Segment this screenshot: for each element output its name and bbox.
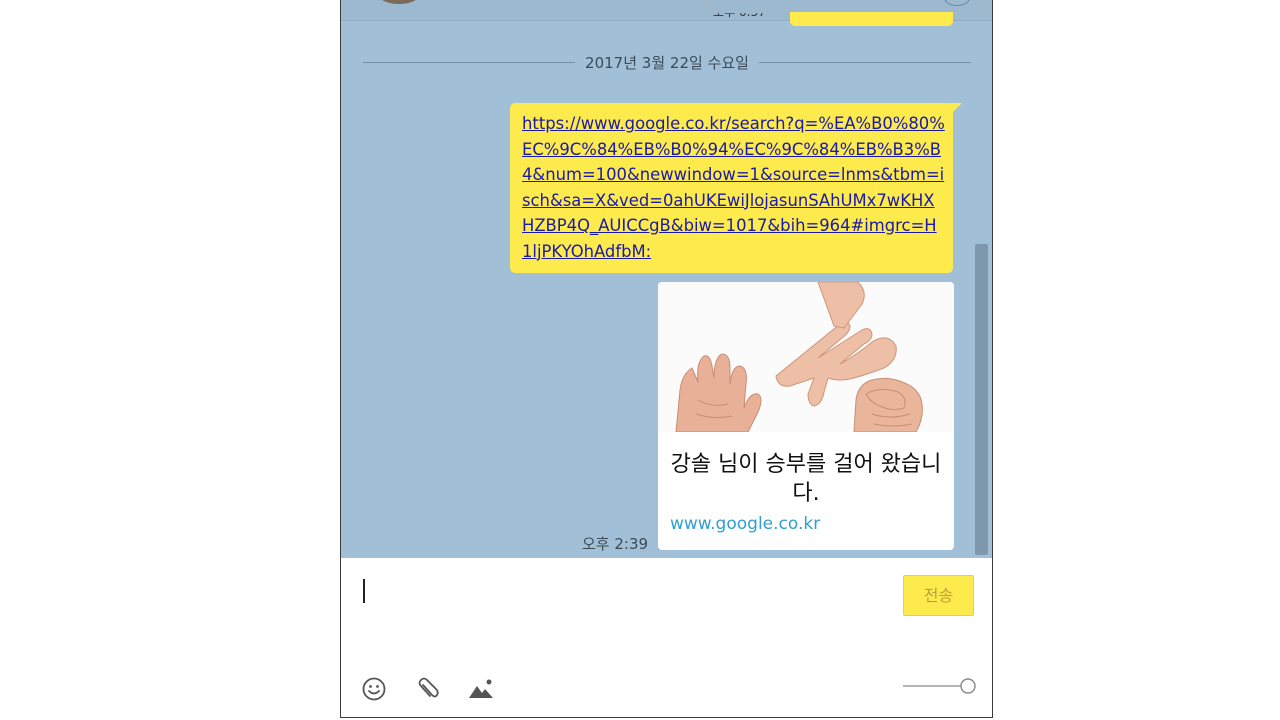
date-divider-text: 2017년 3월 22일 수요일 — [585, 53, 749, 72]
zoom-slider[interactable] — [903, 676, 977, 696]
message-link[interactable]: https://www.google.co.kr/search?q=%EA%B0… — [522, 111, 945, 264]
date-divider: 2017년 3월 22일 수요일 — [363, 51, 972, 73]
header-circle-icon[interactable] — [944, 0, 970, 6]
image-icon[interactable] — [468, 676, 494, 702]
divider-line-right — [758, 61, 972, 63]
scrollbar-thumb[interactable] — [975, 244, 988, 555]
previous-message-bubble[interactable] — [790, 12, 953, 26]
text-cursor — [363, 579, 365, 603]
emoticon-icon[interactable] — [361, 676, 387, 702]
chat-message-area[interactable]: 오후 6:37 2017년 3월 22일 수요일 https://www.goo… — [341, 0, 992, 558]
link-message-bubble[interactable]: https://www.google.co.kr/search?q=%EA%B0… — [510, 103, 962, 273]
divider-line-left — [363, 61, 576, 63]
send-button[interactable]: 전송 — [903, 575, 974, 616]
message-time: 오후 2:39 — [582, 535, 649, 553]
chat-window: 오후 6:37 2017년 3월 22일 수요일 https://www.goo… — [340, 0, 993, 718]
preview-caption: 강솔 님이 승부를 걸어 왔습니다. — [670, 452, 942, 506]
link-preview-card[interactable]: 강솔 님이 승부를 걸어 왔습니다. www.google.co.kr — [658, 282, 954, 550]
attachment-clip-icon[interactable] — [415, 676, 441, 702]
bubble-tail — [950, 103, 962, 115]
rock-paper-scissors-hands-image — [658, 282, 954, 432]
avatar[interactable] — [379, 0, 419, 4]
preview-domain[interactable]: www.google.co.kr — [670, 514, 820, 534]
message-input-area[interactable]: 전송 — [341, 558, 992, 717]
